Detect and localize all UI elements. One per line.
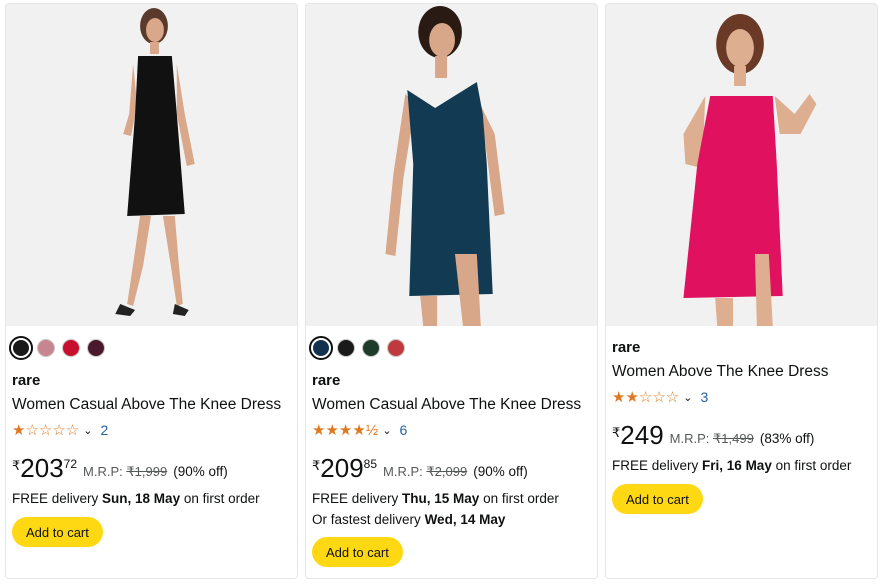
delivery-info: FREE delivery Fri, 16 May on first order — [612, 458, 851, 473]
chevron-down-icon[interactable]: ⌄ — [683, 391, 692, 404]
discount: (83% off) — [759, 431, 815, 446]
delivery-prefix: FREE delivery — [612, 458, 699, 473]
dress-photo — [306, 4, 597, 326]
delivery-prefix: FREE delivery — [312, 491, 399, 506]
product-title[interactable]: Women Casual Above The Knee Dress — [12, 396, 281, 414]
dress-photo — [606, 4, 877, 326]
review-count[interactable]: 2 — [100, 422, 108, 438]
price-row: ₹ 203 72 M.R.P: ₹1,999 (90% off) — [12, 455, 228, 481]
chevron-down-icon[interactable]: ⌄ — [382, 424, 391, 437]
mrp-value: ₹1,499 — [713, 431, 754, 446]
currency-symbol: ₹ — [612, 425, 621, 440]
brand-name: rare — [312, 372, 341, 389]
star-rating[interactable]: ★☆☆☆☆ — [12, 421, 79, 439]
fastest-date: Wed, 14 May — [424, 512, 506, 527]
review-count[interactable]: 3 — [700, 389, 708, 405]
star-rating[interactable]: ★★☆☆☆ — [612, 388, 679, 406]
rating-row: ★★☆☆☆ ⌄ 3 — [612, 388, 708, 406]
dress-shape — [407, 82, 493, 296]
delivery-date: Thu, 15 May — [402, 491, 480, 506]
mrp-label: M.R.P: — [83, 464, 123, 479]
mrp-value: ₹1,999 — [126, 464, 168, 479]
price-row: ₹ 249 M.R.P: ₹1,499 (83% off) — [612, 422, 814, 448]
delivery-date: Sun, 18 May — [102, 491, 181, 506]
fastest-delivery-info: Or fastest delivery Wed, 14 May — [312, 512, 505, 527]
star-rating[interactable]: ★★★★½ — [312, 421, 378, 439]
product-card[interactable]: rare Women Casual Above The Knee Dress ★… — [5, 3, 298, 579]
discount: (90% off) — [173, 464, 228, 479]
rating-row: ★★★★½ ⌄ 6 — [312, 421, 407, 439]
delivery-suffix: on first order — [483, 491, 559, 506]
rating-row: ★☆☆☆☆ ⌄ 2 — [12, 421, 108, 439]
delivery-info: FREE delivery Thu, 15 May on first order — [312, 491, 559, 506]
color-swatch[interactable] — [87, 339, 105, 357]
color-swatch[interactable] — [37, 339, 55, 357]
price-fraction: 85 — [363, 457, 378, 471]
mrp: M.R.P: ₹1,999 — [83, 464, 167, 480]
color-swatch[interactable] — [62, 339, 80, 357]
add-to-cart-button[interactable]: Add to cart — [12, 517, 103, 547]
mrp: M.R.P: ₹2,099 — [383, 464, 467, 480]
product-card[interactable]: rare Women Casual Above The Knee Dress ★… — [305, 3, 598, 579]
currency-symbol: ₹ — [312, 458, 321, 473]
mrp-value: ₹2,099 — [426, 464, 468, 479]
price-whole: 209 — [320, 453, 364, 483]
chevron-down-icon[interactable]: ⌄ — [83, 424, 92, 437]
product-title[interactable]: Women Casual Above The Knee Dress — [312, 396, 581, 414]
product-image[interactable] — [606, 4, 877, 326]
delivery-suffix: on first order — [775, 458, 852, 473]
review-count[interactable]: 6 — [400, 422, 408, 438]
dress-photo — [6, 4, 297, 326]
delivery-info: FREE delivery Sun, 18 May on first order — [12, 491, 260, 506]
price-whole: 203 — [20, 453, 64, 483]
price-row: ₹ 209 85 M.R.P: ₹2,099 (90% off) — [312, 455, 528, 481]
mrp: M.R.P: ₹1,499 — [670, 431, 754, 447]
color-swatch[interactable] — [387, 339, 405, 357]
mrp-label: M.R.P: — [669, 431, 710, 446]
fastest-prefix: Or fastest delivery — [312, 512, 421, 527]
delivery-prefix: FREE delivery — [12, 491, 99, 506]
color-swatch[interactable] — [309, 336, 333, 360]
add-to-cart-button[interactable]: Add to cart — [312, 537, 403, 567]
color-swatch[interactable] — [337, 339, 355, 357]
price-whole: 249 — [620, 420, 664, 450]
discount: (90% off) — [473, 464, 528, 479]
mrp-label: M.R.P: — [383, 464, 423, 479]
color-swatch[interactable] — [9, 336, 33, 360]
product-image[interactable] — [306, 4, 597, 326]
currency-symbol: ₹ — [12, 458, 21, 473]
color-swatch[interactable] — [362, 339, 380, 357]
product-title[interactable]: Women Above The Knee Dress — [612, 363, 829, 381]
brand-name: rare — [612, 339, 641, 356]
product-card[interactable]: rare Women Above The Knee Dress ★★☆☆☆ ⌄ … — [605, 3, 878, 579]
color-swatches — [9, 336, 105, 360]
delivery-suffix: on first order — [183, 491, 260, 506]
product-image[interactable] — [6, 4, 297, 326]
price-fraction: 72 — [63, 457, 78, 471]
add-to-cart-button[interactable]: Add to cart — [612, 484, 703, 514]
color-swatches — [309, 336, 405, 360]
delivery-date: Fri, 16 May — [702, 458, 772, 473]
brand-name: rare — [12, 372, 41, 389]
